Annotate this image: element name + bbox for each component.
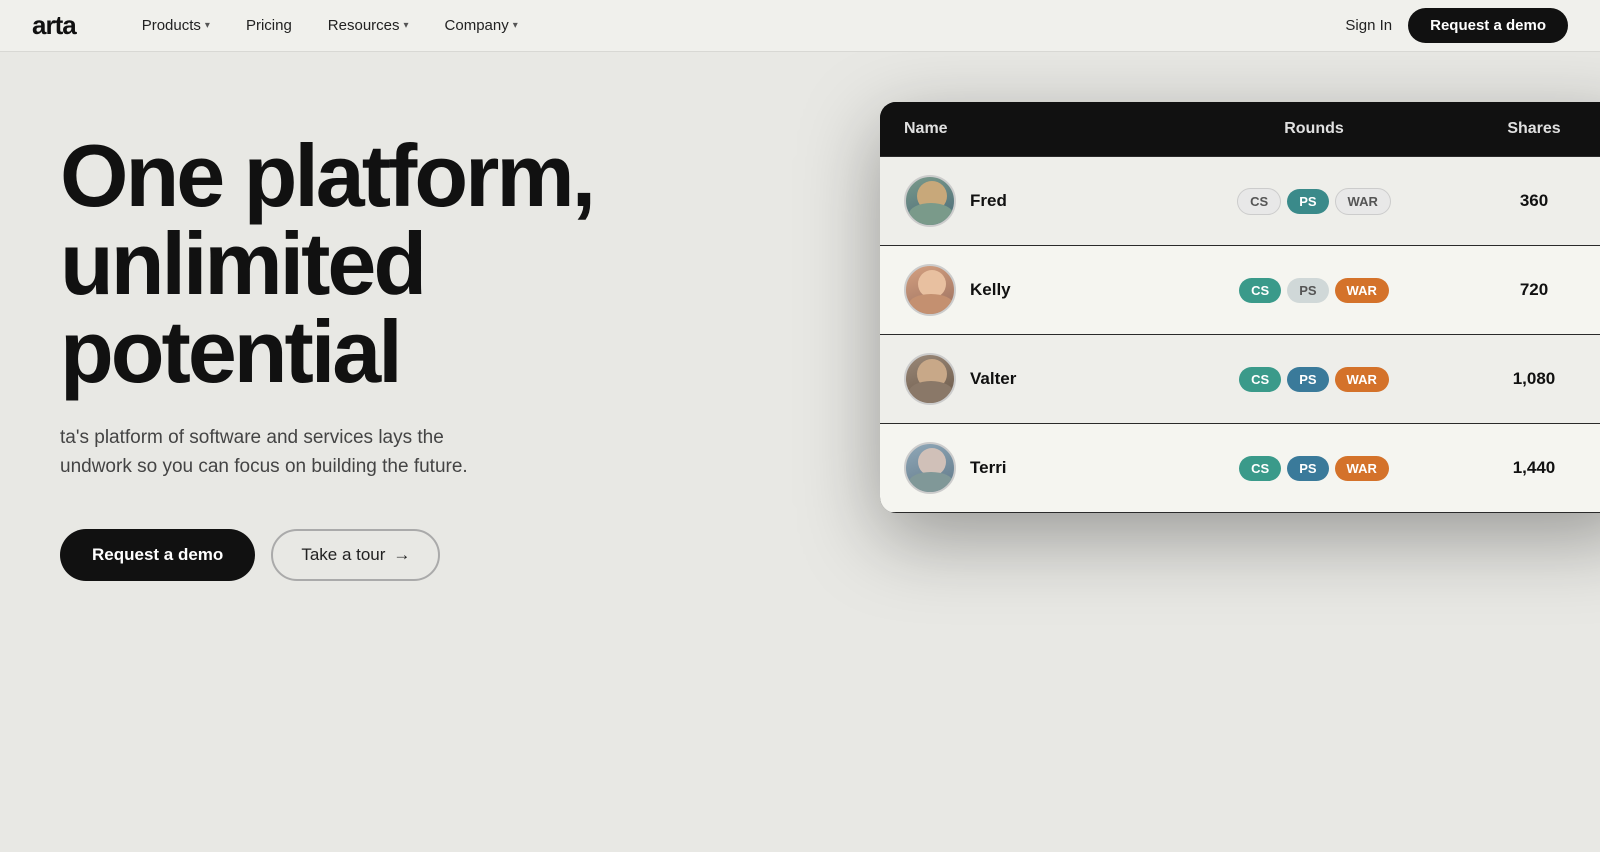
nav-company[interactable]: Company ▾ [427,11,536,40]
nav-resources[interactable]: Resources ▾ [310,11,427,40]
shares-cell: 1,440 [1444,458,1600,478]
person-name: Terri [970,458,1007,478]
avatar [904,175,956,227]
avatar [904,353,956,405]
rounds-cell: CS PS WAR [1184,188,1444,215]
take-tour-button[interactable]: Take a tour → [271,529,440,581]
sign-in-link[interactable]: Sign In [1345,17,1392,34]
table-row: Kelly CS PS WAR 720 20 [880,246,1600,335]
round-badge-war: WAR [1335,278,1389,303]
chevron-down-icon: ▾ [205,20,210,31]
round-badge-ps: PS [1287,456,1328,481]
round-badge-ps: PS [1287,278,1328,303]
person-name: Valter [970,369,1016,389]
nav-pricing[interactable]: Pricing [228,11,310,40]
navbar: arta Products ▾ Pricing Resources ▾ Comp… [0,0,1600,52]
round-badge-cs: CS [1239,367,1281,392]
nav-links: Products ▾ Pricing Resources ▾ Company ▾ [124,11,1346,40]
rounds-cell: CS PS WAR [1184,456,1444,481]
rounds-cell: CS PS WAR [1184,367,1444,392]
nav-right: Sign In Request a demo [1345,8,1568,43]
hero-section: One platform, unlimited potential ta's p… [0,52,1600,800]
chevron-down-icon: ▾ [404,20,409,31]
round-badge-ps: PS [1287,367,1328,392]
shares-cell: 720 [1444,280,1600,300]
avatar [904,442,956,494]
table-header: Name Rounds Shares Ownership [880,102,1600,157]
col-name: Name [904,120,1184,138]
person-cell: Valter [904,353,1184,405]
shares-cell: 1,080 [1444,369,1600,389]
col-shares: Shares [1444,120,1600,138]
person-name: Kelly [970,280,1011,300]
chevron-down-icon: ▾ [513,20,518,31]
person-name: Fred [970,191,1007,211]
request-demo-button[interactable]: Request a demo [1408,8,1568,43]
round-badge-war: WAR [1335,456,1389,481]
nav-products[interactable]: Products ▾ [124,11,228,40]
person-cell: Terri [904,442,1184,494]
shares-cell: 360 [1444,191,1600,211]
rounds-cell: CS PS WAR [1184,278,1444,303]
round-badge-war: WAR [1335,367,1389,392]
hero-buttons: Request a demo Take a tour → [60,529,1600,581]
round-badge-cs: CS [1239,278,1281,303]
table-row: Valter CS PS WAR 1,080 30 [880,335,1600,424]
round-badge-cs: CS [1237,188,1281,215]
logo[interactable]: arta [32,10,76,41]
avatar [904,264,956,316]
round-badge-ps: PS [1287,189,1328,214]
table-row: Terri CS PS WAR 1,440 40 [880,424,1600,513]
table-row: Fred CS PS WAR 360 10 [880,157,1600,246]
round-badge-war: WAR [1335,188,1391,215]
round-badge-cs: CS [1239,456,1281,481]
arrow-icon: → [393,545,410,565]
request-demo-hero-button[interactable]: Request a demo [60,529,255,581]
person-cell: Fred [904,175,1184,227]
hero-heading: One platform, unlimited potential [60,132,740,396]
person-cell: Kelly [904,264,1184,316]
col-rounds: Rounds [1184,120,1444,138]
hero-subtext: ta's platform of software and services l… [60,424,620,481]
data-table-panel: Name Rounds Shares Ownership Fred CS PS … [880,102,1600,513]
